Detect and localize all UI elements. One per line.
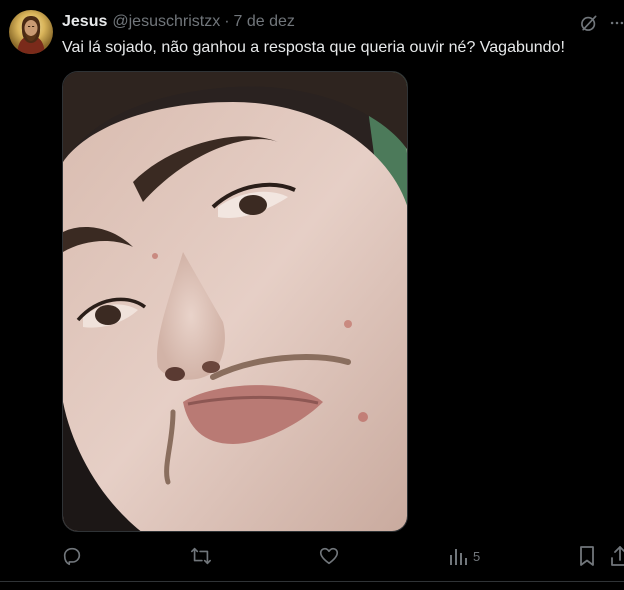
bookmark-button[interactable]	[577, 544, 597, 568]
display-name[interactable]: Jesus	[62, 13, 107, 31]
heart-icon	[318, 545, 340, 567]
avatar[interactable]	[9, 10, 53, 54]
reply-icon	[61, 545, 83, 567]
share-button[interactable]	[609, 544, 624, 568]
user-handle[interactable]: @jesuschristzx	[112, 13, 220, 31]
tweet-actions: 5	[0, 544, 624, 568]
tweet-date[interactable]: 7 de dez	[234, 13, 295, 31]
views-count: 5	[473, 548, 481, 564]
photo-image	[63, 72, 407, 531]
tweet-text: Vai lá sojado, não ganhou a resposta que…	[62, 39, 565, 56]
share-icon	[609, 545, 624, 567]
tweet-header: Jesus @jesuschristzx · 7 de dez	[62, 12, 295, 32]
tweet-divider	[0, 581, 624, 582]
tweet-top-icons	[578, 12, 624, 34]
more-icon[interactable]	[610, 12, 624, 34]
grok-icon[interactable]	[578, 12, 600, 34]
views-button[interactable]: 5	[449, 544, 480, 568]
retweet-icon	[190, 545, 212, 567]
avatar-image	[9, 10, 53, 54]
retweet-button[interactable]	[190, 544, 212, 568]
bar-chart-icon	[449, 546, 467, 566]
reply-button[interactable]	[61, 544, 83, 568]
separator-dot: ·	[224, 13, 230, 30]
like-button[interactable]	[318, 544, 340, 568]
tweet-media-photo[interactable]	[62, 71, 408, 532]
tweet[interactable]: Jesus @jesuschristzx · 7 de dez Vai lá s…	[0, 0, 624, 590]
bookmark-icon	[577, 545, 597, 567]
